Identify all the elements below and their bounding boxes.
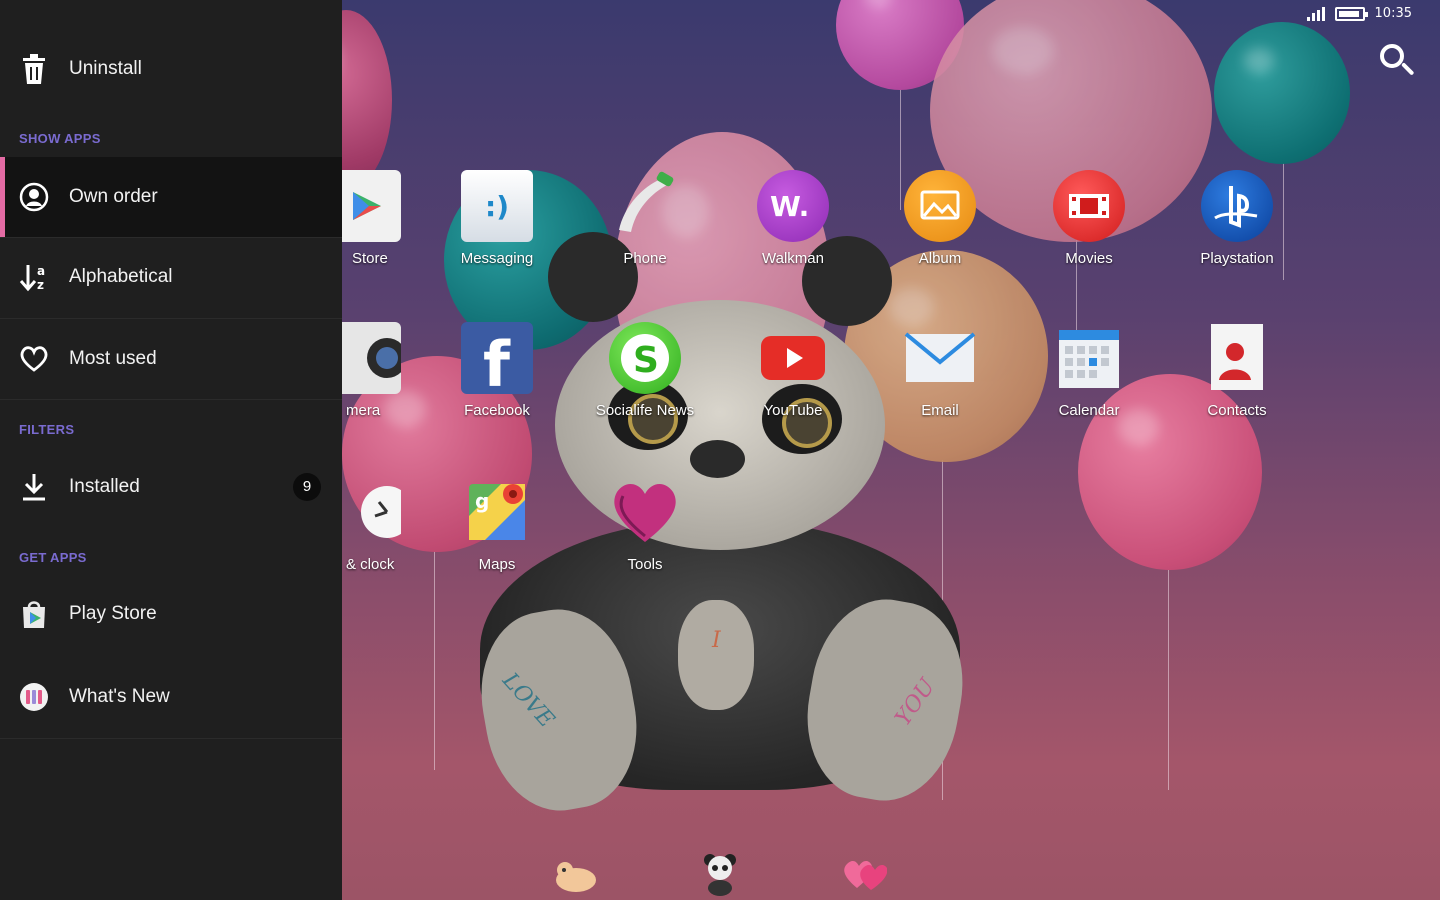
- calendar-icon: [1053, 322, 1125, 394]
- i-text: I: [712, 628, 721, 653]
- phone-icon: [609, 170, 681, 242]
- side-drawer: Uninstall SHOW APPS Own order az Alphabe…: [0, 0, 342, 900]
- walkman-icon: W.: [757, 170, 829, 242]
- battery-icon: [1334, 6, 1368, 21]
- panda-icon: [704, 854, 736, 896]
- dock-cat[interactable]: [553, 850, 599, 896]
- search-button[interactable]: [1374, 38, 1418, 82]
- section-show-apps: SHOW APPS: [19, 131, 101, 146]
- svg-text:f: f: [483, 328, 511, 394]
- sort-own-order[interactable]: Own order: [0, 157, 342, 237]
- email-icon: [904, 322, 976, 394]
- cat-icon: [556, 862, 596, 892]
- album-icon: [904, 170, 976, 242]
- playstation-icon: [1201, 170, 1273, 242]
- app-messaging[interactable]: :) Messaging: [422, 170, 572, 267]
- movies-icon: [1053, 170, 1125, 242]
- filter-installed[interactable]: Installed 9: [0, 447, 342, 527]
- get-whats-new[interactable]: What's New: [0, 657, 342, 737]
- signal-icon: [1306, 6, 1325, 21]
- sort-alpha-icon: az: [18, 261, 50, 293]
- dock-hearts[interactable]: [841, 850, 888, 896]
- get-play-store[interactable]: Play Store: [0, 574, 342, 654]
- heart-outline-icon: [18, 343, 50, 375]
- app-email[interactable]: Email: [865, 322, 1015, 419]
- sort-most-used[interactable]: Most used: [0, 319, 342, 399]
- svg-text:z: z: [37, 278, 44, 292]
- svg-text:g: g: [475, 489, 489, 513]
- svg-text::): :): [485, 190, 509, 223]
- person-circle-icon: [18, 181, 50, 213]
- app-facebook[interactable]: f Facebook: [422, 322, 572, 419]
- app-contacts[interactable]: Contacts: [1162, 322, 1312, 419]
- status-bar: 10:35: [1306, 6, 1412, 21]
- app-maps[interactable]: g Maps: [422, 476, 572, 573]
- app-album[interactable]: Album: [865, 170, 1015, 267]
- app-movies[interactable]: Movies: [1014, 170, 1164, 267]
- app-phone[interactable]: Phone: [570, 170, 720, 267]
- maps-icon: g: [461, 476, 533, 548]
- app-socialife[interactable]: S Socialife News: [570, 322, 720, 419]
- messaging-icon: :): [461, 170, 533, 242]
- app-youtube[interactable]: YouTube: [718, 322, 868, 419]
- whats-new-icon: [18, 681, 50, 713]
- section-filters: FILTERS: [19, 422, 75, 437]
- socialife-icon: S: [609, 322, 681, 394]
- section-get-apps: GET APPS: [19, 550, 87, 565]
- svg-text:S: S: [633, 340, 659, 381]
- clock-time: 10:35: [1374, 6, 1412, 21]
- app-tools[interactable]: Tools: [570, 476, 720, 573]
- app-playstation[interactable]: Playstation: [1162, 170, 1312, 267]
- hearts-icon: [844, 860, 888, 890]
- trash-icon: [18, 53, 50, 85]
- play-store-icon: [18, 598, 50, 630]
- dock-panda[interactable]: [697, 850, 743, 896]
- app-calendar[interactable]: Calendar: [1014, 322, 1164, 419]
- tools-heart-icon: [609, 476, 681, 548]
- youtube-icon: [757, 322, 829, 394]
- sort-alphabetical[interactable]: az Alphabetical: [0, 237, 342, 317]
- download-icon: [18, 471, 50, 503]
- svg-text:W.: W.: [770, 190, 809, 223]
- contacts-icon: [1201, 322, 1273, 394]
- app-walkman[interactable]: W. Walkman: [718, 170, 868, 267]
- facebook-icon: f: [461, 322, 533, 401]
- svg-text:a: a: [37, 264, 45, 278]
- uninstall-item[interactable]: Uninstall: [0, 29, 342, 109]
- installed-count-badge: 9: [293, 473, 321, 501]
